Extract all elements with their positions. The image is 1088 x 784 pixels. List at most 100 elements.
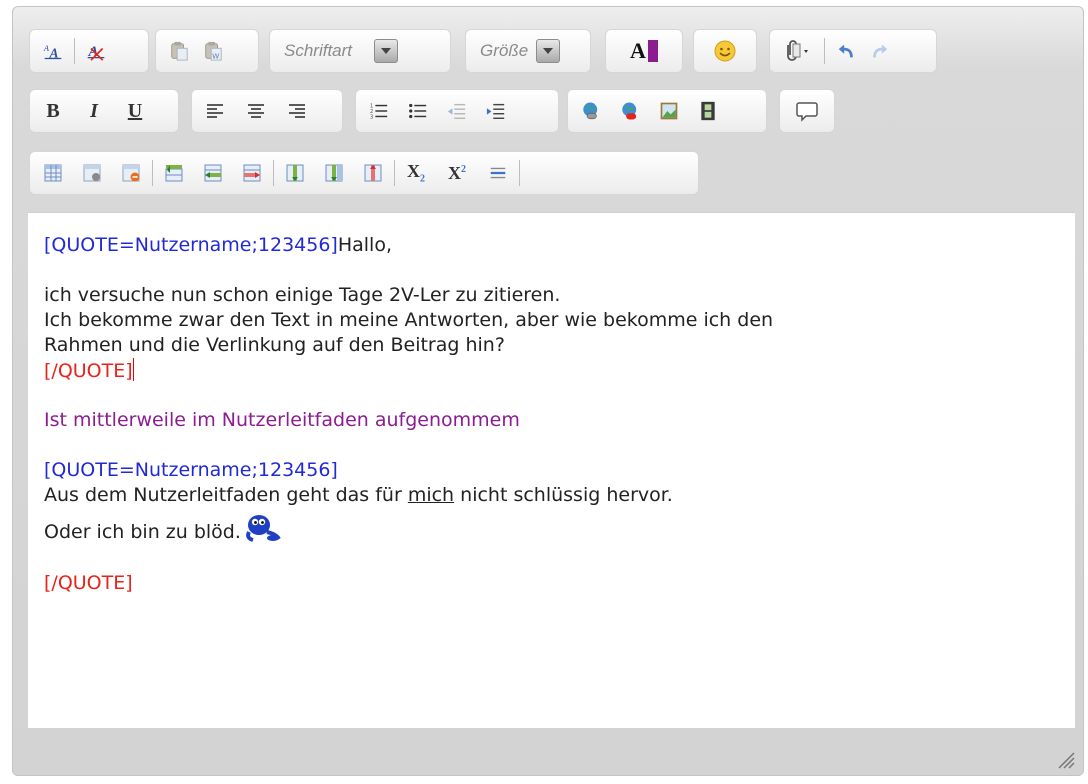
remove-link-icon [622, 102, 637, 120]
insert-row-below-button[interactable] [197, 157, 229, 189]
font-label: Schriftart [284, 41, 353, 60]
attachment-button[interactable] [777, 35, 819, 67]
undo-button[interactable] [830, 35, 862, 67]
insert-link-icon [583, 102, 598, 120]
size-select[interactable]: Größe [465, 29, 591, 73]
subscript-button[interactable]: X2 [400, 157, 432, 189]
underline-button[interactable]: U [119, 95, 151, 127]
font-select[interactable]: Schriftart [269, 29, 451, 73]
insert-row-above-icon [165, 165, 183, 182]
horizontal-rule-icon [490, 167, 506, 179]
insert-video-button[interactable] [692, 95, 724, 127]
insert-video-icon [701, 101, 715, 121]
font-color-button[interactable]: A [605, 29, 683, 73]
editor-line: [QUOTE=Nutzername;123456] [44, 458, 1075, 483]
separator [824, 38, 825, 64]
paste-icon [171, 41, 188, 61]
undo-icon [838, 44, 853, 58]
toolbar-group-align [191, 89, 343, 133]
separator [394, 160, 395, 186]
editor-textarea[interactable]: [QUOTE=Nutzername;123456]Hallo, ich vers… [28, 212, 1075, 728]
insert-image-button[interactable] [653, 95, 685, 127]
align-right-icon [289, 104, 305, 118]
smiley-button[interactable] [693, 29, 757, 73]
underlined-word: mich [407, 484, 455, 506]
table-properties-icon [83, 164, 101, 182]
remove-format-button[interactable]: A [80, 35, 112, 67]
indent-icon [486, 103, 505, 119]
delete-table-button[interactable] [115, 157, 147, 189]
size-dropdown-arrow[interactable] [536, 39, 561, 63]
delete-table-icon [122, 164, 140, 182]
quote-icon [796, 102, 818, 122]
separator [152, 160, 153, 186]
align-center-button[interactable] [240, 95, 272, 127]
align-left-button[interactable] [199, 95, 231, 127]
editor-line: [/QUOTE] [44, 358, 1075, 383]
horizontal-rule-button[interactable] [482, 157, 514, 189]
delete-row-icon [243, 164, 261, 182]
toolbar-group-table: X2 X2 [29, 151, 699, 195]
quote-button[interactable] [779, 89, 835, 133]
unordered-list-icon [409, 103, 427, 119]
align-right-button[interactable] [281, 95, 313, 127]
table-icon [44, 164, 62, 182]
insert-row-above-button[interactable] [158, 157, 190, 189]
toolbar-group-media [567, 89, 767, 133]
editor-line: Oder ich bin zu blöd. [44, 508, 1075, 546]
redo-icon [873, 44, 888, 58]
quote-close-tag: [/QUOTE] [44, 572, 133, 594]
indent-button[interactable] [480, 95, 512, 127]
italic-icon: I [90, 99, 98, 122]
paste-button[interactable] [163, 35, 195, 67]
separator [519, 160, 520, 186]
font-size-icon: AA [43, 44, 62, 61]
editor-line: [QUOTE=Nutzername;123456]Hallo, [44, 233, 1075, 258]
toolbar-group-paste: W [155, 29, 259, 73]
remove-format-icon: A [88, 44, 105, 61]
font-dropdown-arrow[interactable] [374, 39, 399, 63]
table-button[interactable] [37, 157, 69, 189]
align-center-icon [248, 104, 264, 118]
align-left-icon [207, 104, 223, 118]
italic-button[interactable]: I [78, 95, 110, 127]
insert-column-left-button[interactable] [279, 157, 311, 189]
outdent-button[interactable] [441, 95, 473, 127]
table-properties-button[interactable] [76, 157, 108, 189]
font-color-icon: A [630, 38, 646, 63]
attachment-icon [787, 40, 808, 61]
insert-row-below-icon [204, 164, 222, 182]
paste-word-button[interactable]: W [197, 35, 229, 67]
separator [273, 160, 274, 186]
superscript-button[interactable]: X2 [441, 157, 473, 189]
reply-text: Ist mittlerweile im Nutzerleitfaden aufg… [44, 409, 520, 431]
insert-link-button[interactable] [575, 95, 607, 127]
subscript-icon: X2 [407, 161, 425, 185]
toolbar-group-text-style: B I U [29, 89, 179, 133]
bold-icon: B [46, 99, 60, 122]
editor-line: ich versuche nun schon einige Tage 2V-Le… [44, 284, 561, 306]
editor-line: Ich bekomme zwar den Text in meine Antwo… [44, 309, 774, 331]
font-size-button[interactable]: AA [37, 35, 69, 67]
redo-button[interactable] [864, 35, 896, 67]
unordered-list-button[interactable] [402, 95, 434, 127]
quote-text: Aus dem Nutzerleitfaden geht das für [44, 484, 408, 506]
paste-word-icon: W [205, 41, 222, 61]
insert-column-right-button[interactable] [318, 157, 350, 189]
insert-column-left-icon [286, 164, 304, 182]
ordered-list-button[interactable]: 123 [363, 95, 395, 127]
svg-text:3: 3 [370, 114, 374, 120]
quote-open-tag: [QUOTE=Nutzername;123456] [44, 234, 338, 256]
underline-icon: U [127, 99, 143, 122]
embarrassed-smiley-icon [246, 515, 281, 542]
delete-column-button[interactable] [357, 157, 389, 189]
ordered-list-icon: 123 [370, 103, 388, 120]
smiley-icon [714, 40, 736, 62]
toolbar-group-attach-undo [769, 29, 937, 73]
remove-link-button[interactable] [614, 95, 646, 127]
resize-grip-icon[interactable] [1055, 749, 1075, 769]
delete-row-button[interactable] [236, 157, 268, 189]
bold-button[interactable]: B [37, 95, 69, 127]
